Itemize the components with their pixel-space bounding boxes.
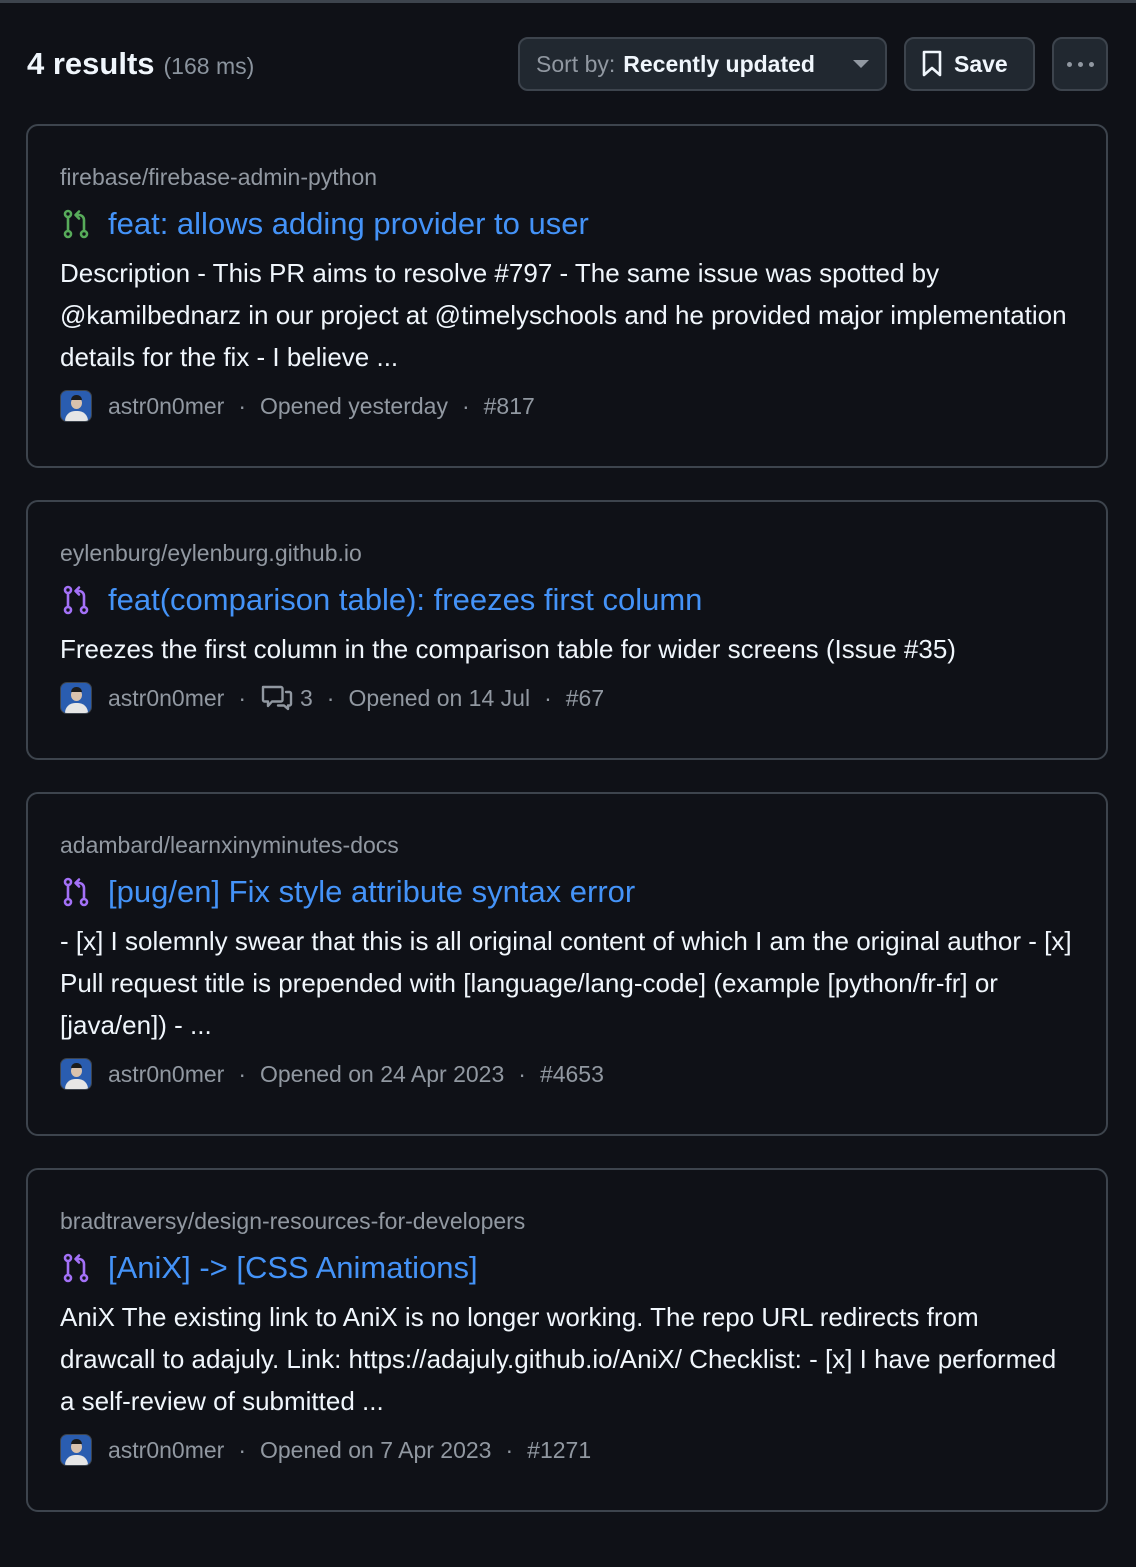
separator-dot: · [326, 684, 335, 711]
sort-prefix: Sort by: [536, 50, 616, 77]
author-link[interactable]: astr0n0mer [108, 685, 224, 712]
sort-dropdown[interactable]: Sort by: Recently updated [518, 37, 887, 91]
git-pull-request-open-icon [63, 209, 89, 239]
separator-dot: · [238, 684, 246, 711]
pr-meta: astr0n0mer · 3 · Opened on 14 Jul · #67 [60, 678, 1074, 718]
save-button[interactable]: Save [904, 37, 1035, 91]
header-actions: Sort by: Recently updated Save [518, 37, 1108, 91]
avatar[interactable] [60, 390, 92, 422]
git-pull-request-merged-icon [63, 585, 89, 615]
separator-dot: · [518, 1060, 526, 1087]
opened-date: Opened on 14 Jul [348, 684, 531, 711]
result-card: bradtraversy/design-resources-for-develo… [26, 1168, 1108, 1512]
opened-date: Opened on 24 Apr 2023 [260, 1060, 505, 1087]
sort-value: Recently updated [623, 50, 815, 77]
separator-dot: · [238, 1060, 246, 1087]
repo-name[interactable]: firebase/firebase-admin-python [60, 162, 1074, 192]
pr-description: Description - This PR aims to resolve #7… [60, 258, 1067, 372]
pr-number: #817 [483, 392, 535, 419]
comment-discussion-icon [261, 685, 293, 711]
repo-name[interactable]: eylenburg/eylenburg.github.io [60, 538, 1074, 568]
avatar[interactable] [60, 1058, 92, 1090]
opened-date: Opened yesterday [260, 392, 448, 419]
git-pull-request-merged-icon [63, 877, 89, 907]
separator-dot: · [238, 392, 246, 419]
pr-number: #4653 [539, 1060, 604, 1087]
comments-number: 3 [300, 684, 313, 711]
result-card: adambard/learnxinyminutes-docs [pug/en] … [26, 792, 1108, 1136]
pr-title-link[interactable]: [AniX] -> [CSS Animations] [108, 1248, 478, 1288]
opened-date: Opened on 7 Apr 2023 [260, 1436, 492, 1463]
pr-title-link[interactable]: feat(comparison table): freezes first co… [108, 580, 702, 620]
git-pull-request-merged-icon [63, 1253, 89, 1283]
repo-name[interactable]: bradtraversy/design-resources-for-develo… [60, 1206, 1074, 1236]
separator-dot: · [238, 1436, 246, 1463]
avatar[interactable] [60, 682, 92, 714]
pr-meta: astr0n0mer · Opened yesterday · #817 [60, 386, 1074, 426]
author-link[interactable]: astr0n0mer [108, 1437, 224, 1464]
save-label: Save [954, 50, 1008, 77]
pr-description: Freezes the first column in the comparis… [60, 634, 956, 664]
pr-title-link[interactable]: feat: allows adding provider to user [108, 204, 589, 244]
pr-description: AniX The existing link to AniX is no lon… [60, 1302, 1057, 1416]
comments-count[interactable]: 3 [260, 683, 313, 713]
pr-number: #67 [565, 684, 605, 711]
pr-meta: astr0n0mer · Opened on 7 Apr 2023 · #127… [60, 1430, 1074, 1470]
results-time: (168 ms) [163, 52, 255, 79]
result-card: eylenburg/eylenburg.github.io feat(compa… [26, 500, 1108, 760]
pr-description: - [x] I solemnly swear that this is all … [60, 926, 1072, 1040]
bookmark-icon [922, 50, 942, 77]
top-border [0, 0, 1136, 3]
repo-name[interactable]: adambard/learnxinyminutes-docs [60, 830, 1074, 860]
separator-dot: · [505, 1436, 514, 1463]
separator-dot: · [544, 684, 552, 711]
author-link[interactable]: astr0n0mer [108, 393, 224, 420]
kebab-horizontal-icon [1066, 61, 1094, 67]
pr-title-link[interactable]: [pug/en] Fix style attribute syntax erro… [108, 872, 635, 912]
more-options-button[interactable] [1052, 37, 1108, 91]
pr-meta: astr0n0mer · Opened on 24 Apr 2023 · #46… [60, 1054, 1074, 1094]
pr-number: #1271 [527, 1436, 592, 1463]
results-header: 4 results (168 ms) Sort by: Recently upd… [27, 36, 1108, 92]
results-count: 4 results [27, 46, 155, 81]
result-card: firebase/firebase-admin-python feat: all… [26, 124, 1108, 468]
author-link[interactable]: astr0n0mer [108, 1061, 224, 1088]
avatar[interactable] [60, 1434, 92, 1466]
caret-down-icon [853, 60, 869, 68]
separator-dot: · [461, 392, 470, 419]
